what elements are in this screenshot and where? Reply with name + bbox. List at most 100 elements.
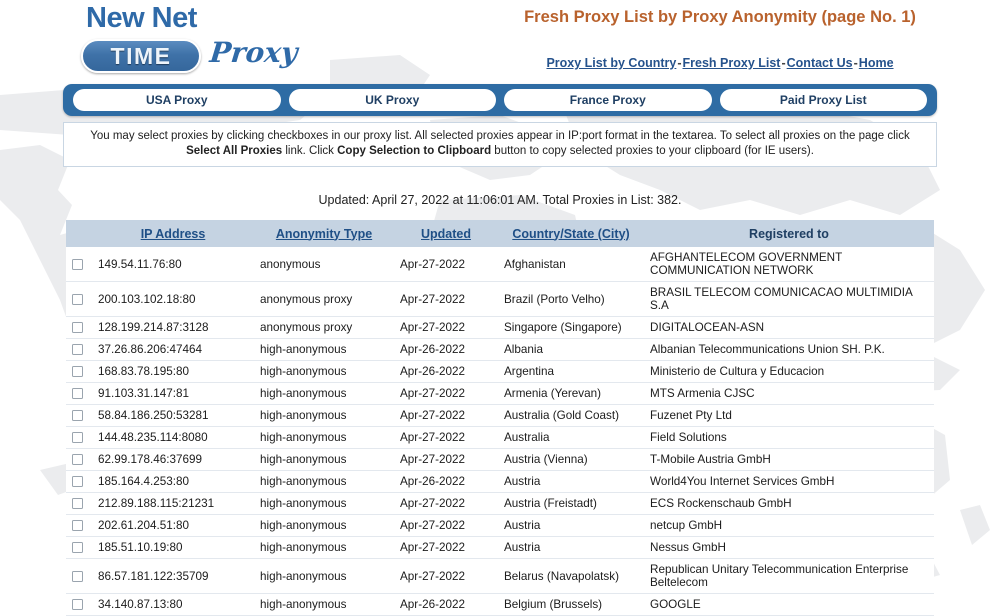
sort-link-updated[interactable]: Updated bbox=[421, 227, 471, 241]
proxy-select-checkbox[interactable] bbox=[72, 258, 83, 270]
table-row: 34.140.87.13:80 high-anonymous Apr-26-2022… bbox=[66, 593, 934, 616]
row-checkbox-cell bbox=[66, 382, 92, 405]
proxy-select-checkbox[interactable] bbox=[72, 366, 83, 378]
nav-button-paid-proxy-list[interactable]: Paid Proxy List bbox=[719, 89, 927, 111]
cell-registered-to: T-Mobile Austria GmbH bbox=[644, 448, 934, 471]
table-row: 128.199.214.87:3128 anonymous proxy Apr-27… bbox=[66, 316, 934, 339]
cell-anonymity-type: anonymous bbox=[254, 247, 394, 282]
cell-registered-to: MTS Armenia CJSC bbox=[644, 382, 934, 405]
instructions-part-2: link. Click bbox=[282, 145, 338, 157]
cell-ip-address: 149.54.11.76:80 bbox=[92, 247, 254, 282]
link-contact-us[interactable]: Contact Us bbox=[787, 56, 853, 70]
table-row: 185.51.10.19:80 high-anonymous Apr-27-2022… bbox=[66, 536, 934, 559]
cell-country: Austria (Vienna) bbox=[498, 448, 644, 471]
cell-country: Argentina bbox=[498, 360, 644, 383]
top-navigation-links: Proxy List by Country-Fresh Proxy List-C… bbox=[460, 56, 980, 70]
cell-anonymity-type: anonymous proxy bbox=[254, 281, 394, 317]
row-checkbox-cell bbox=[66, 426, 92, 449]
cell-anonymity-type: high-anonymous bbox=[254, 426, 394, 449]
proxy-select-checkbox[interactable] bbox=[72, 599, 83, 611]
page-root: New Net TIME Proxy Fresh Proxy List by P… bbox=[0, 0, 1000, 616]
cell-country: Brazil (Porto Velho) bbox=[498, 281, 644, 317]
proxy-select-checkbox[interactable] bbox=[72, 454, 83, 466]
site-logo[interactable]: New Net TIME Proxy bbox=[78, 2, 378, 82]
logo-text-proxy: Proxy bbox=[208, 36, 300, 69]
cell-registered-to: Albanian Telecommunications Union SH. P.… bbox=[644, 338, 934, 361]
cell-country: Austria bbox=[498, 514, 644, 537]
instructions-bold-select-all: Select All Proxies bbox=[186, 145, 283, 157]
cell-updated: Apr-26-2022 bbox=[394, 338, 498, 361]
cell-registered-to: DIGITALOCEAN-ASN bbox=[644, 316, 934, 339]
page-content: New Net TIME Proxy Fresh Proxy List by P… bbox=[0, 0, 1000, 616]
instructions-box: You may select proxies by clicking check… bbox=[63, 122, 937, 167]
column-header-anonymity-type[interactable]: Anonymity Type bbox=[254, 220, 394, 247]
cell-ip-address: 86.57.181.122:35709 bbox=[92, 558, 254, 594]
instructions-part-1: You may select proxies by clicking check… bbox=[90, 130, 910, 142]
table-header-row: IP Address Anonymity Type Updated Countr… bbox=[66, 220, 934, 247]
proxy-select-checkbox[interactable] bbox=[72, 570, 83, 582]
table-row: 58.84.186.250:53281 high-anonymous Apr-27-… bbox=[66, 404, 934, 427]
proxy-select-checkbox[interactable] bbox=[72, 322, 83, 334]
row-checkbox-cell bbox=[66, 470, 92, 493]
row-checkbox-cell bbox=[66, 360, 92, 383]
nav-button-uk-proxy[interactable]: UK Proxy bbox=[288, 89, 496, 111]
proxy-select-checkbox[interactable] bbox=[72, 293, 83, 305]
cell-country: Austria bbox=[498, 470, 644, 493]
row-checkbox-cell bbox=[66, 448, 92, 471]
cell-ip-address: 34.140.87.13:80 bbox=[92, 593, 254, 616]
cell-ip-address: 58.84.186.250:53281 bbox=[92, 404, 254, 427]
cell-anonymity-type: high-anonymous bbox=[254, 536, 394, 559]
cell-updated: Apr-26-2022 bbox=[394, 593, 498, 616]
table-row: 200.103.102.18:80 anonymous proxy Apr-27-2… bbox=[66, 281, 934, 317]
proxy-select-checkbox[interactable] bbox=[72, 388, 83, 400]
updated-status-line: Updated: April 27, 2022 at 11:06:01 AM. … bbox=[318, 193, 682, 207]
table-row: 144.48.235.114:8080 high-anonymous Apr-27-… bbox=[66, 426, 934, 449]
column-header-updated[interactable]: Updated bbox=[394, 220, 498, 247]
proxy-select-checkbox[interactable] bbox=[72, 344, 83, 356]
cell-country: Albania bbox=[498, 338, 644, 361]
link-home[interactable]: Home bbox=[859, 56, 894, 70]
row-checkbox-cell bbox=[66, 247, 92, 282]
cell-anonymity-type: anonymous proxy bbox=[254, 316, 394, 339]
sort-link-ip-address[interactable]: IP Address bbox=[141, 227, 206, 241]
cell-anonymity-type: high-anonymous bbox=[254, 448, 394, 471]
table-row: 149.54.11.76:80 anonymous Apr-27-2022 Afgha… bbox=[66, 247, 934, 282]
proxy-table-container: IP Address Anonymity Type Updated Countr… bbox=[66, 220, 934, 616]
cell-anonymity-type: high-anonymous bbox=[254, 382, 394, 405]
cell-country: Belgium (Brussels) bbox=[498, 593, 644, 616]
row-checkbox-cell bbox=[66, 514, 92, 537]
proxy-select-checkbox[interactable] bbox=[72, 410, 83, 422]
link-proxy-list-by-country[interactable]: Proxy List by Country bbox=[546, 56, 676, 70]
cell-ip-address: 185.51.10.19:80 bbox=[92, 536, 254, 559]
cell-updated: Apr-27-2022 bbox=[394, 247, 498, 282]
proxy-select-checkbox[interactable] bbox=[72, 542, 83, 554]
row-checkbox-cell bbox=[66, 281, 92, 317]
cell-ip-address: 144.48.235.114:8080 bbox=[92, 426, 254, 449]
proxy-select-checkbox[interactable] bbox=[72, 432, 83, 444]
cell-ip-address: 200.103.102.18:80 bbox=[92, 281, 254, 317]
column-header-checkbox bbox=[66, 220, 92, 247]
table-row: 86.57.181.122:35709 high-anonymous Apr-27-… bbox=[66, 558, 934, 594]
row-checkbox-cell bbox=[66, 316, 92, 339]
proxy-select-checkbox[interactable] bbox=[72, 476, 83, 488]
cell-country: Singapore (Singapore) bbox=[498, 316, 644, 339]
column-header-ip-address[interactable]: IP Address bbox=[92, 220, 254, 247]
logo-badge-label: TIME bbox=[110, 42, 172, 69]
instructions-part-3: button to copy selected proxies to your … bbox=[491, 145, 814, 157]
proxy-select-checkbox[interactable] bbox=[72, 520, 83, 532]
row-checkbox-cell bbox=[66, 558, 92, 594]
nav-button-france-proxy[interactable]: France Proxy bbox=[504, 89, 712, 111]
proxy-select-checkbox[interactable] bbox=[72, 498, 83, 510]
cell-updated: Apr-27-2022 bbox=[394, 514, 498, 537]
row-checkbox-cell bbox=[66, 338, 92, 361]
column-header-country-state-city[interactable]: Country/State (City) bbox=[498, 220, 644, 247]
cell-registered-to: Field Solutions bbox=[644, 426, 934, 449]
cell-ip-address: 128.199.214.87:3128 bbox=[92, 316, 254, 339]
link-fresh-proxy-list[interactable]: Fresh Proxy List bbox=[683, 56, 781, 70]
sort-link-country[interactable]: Country/State (City) bbox=[512, 227, 629, 241]
proxy-table: IP Address Anonymity Type Updated Countr… bbox=[66, 220, 934, 616]
sort-link-anonymity-type[interactable]: Anonymity Type bbox=[276, 227, 372, 241]
nav-button-usa-proxy[interactable]: USA Proxy bbox=[73, 89, 281, 111]
cell-country: Australia bbox=[498, 426, 644, 449]
cell-updated: Apr-27-2022 bbox=[394, 426, 498, 449]
